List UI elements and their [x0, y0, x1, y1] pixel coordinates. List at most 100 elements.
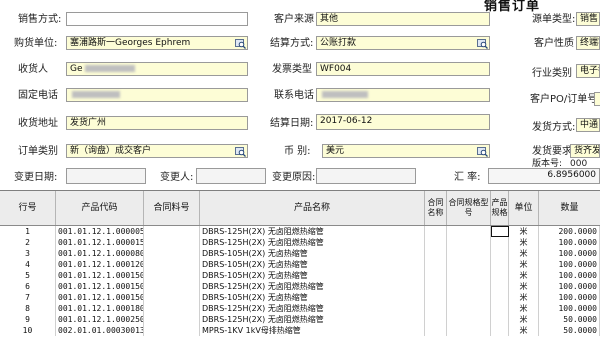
cell-product-name[interactable]: DBRS-105H(2X) 无卤热缩管 — [200, 259, 425, 270]
cell-contract-model[interactable] — [447, 226, 491, 237]
cell-product-name[interactable]: DBRS-125H(2X) 无卤阻燃热缩管 — [200, 281, 425, 292]
address-field[interactable]: 发货广州 — [66, 116, 248, 130]
cell-contract-name[interactable] — [425, 270, 447, 281]
cell-rowno[interactable]: 6 — [0, 281, 56, 292]
cell-product-code[interactable]: 001.01.12.1.00008003 — [56, 248, 144, 259]
cell-product-code[interactable]: 001.01.12.1.00012003 — [56, 259, 144, 270]
cell-contract-name[interactable] — [425, 325, 447, 336]
settlement-method-field[interactable]: 公账打款 — [316, 36, 490, 50]
cell-contract-model[interactable] — [447, 292, 491, 303]
cell-contract-no[interactable] — [144, 292, 200, 303]
cell-qty[interactable]: 50.0000 — [539, 325, 600, 336]
exchange-rate-field[interactable]: 6.8956000 — [488, 168, 600, 184]
cell-rowno[interactable]: 5 — [0, 270, 56, 281]
cell-product-model[interactable] — [491, 237, 509, 248]
cell-qty[interactable]: 100.0000 — [539, 303, 600, 314]
cell-rowno[interactable]: 2 — [0, 237, 56, 248]
cell-contract-model[interactable] — [447, 314, 491, 325]
cell-unit[interactable]: 米 — [509, 314, 539, 325]
buyer-unit-picker-icon[interactable] — [234, 37, 246, 49]
table-row[interactable]: 1001.01.12.1.00000513 DBRS-125H(2X) 无卤阻燃热… — [0, 226, 600, 237]
cell-unit[interactable]: 米 — [509, 325, 539, 336]
order-type-picker-icon[interactable] — [234, 145, 246, 157]
cell-product-code[interactable]: 001.01.12.1.00025013 — [56, 314, 144, 325]
cell-contract-no[interactable] — [144, 281, 200, 292]
cell-contract-no[interactable] — [144, 314, 200, 325]
cell-product-code[interactable]: 001.01.12.1.00000513 — [56, 226, 144, 237]
phone-field[interactable] — [66, 88, 248, 102]
cell-product-model[interactable] — [491, 270, 509, 281]
cell-unit[interactable]: 米 — [509, 303, 539, 314]
header-contract-no[interactable]: 合同料号 — [144, 191, 200, 225]
cell-unit[interactable]: 米 — [509, 270, 539, 281]
cell-contract-no[interactable] — [144, 259, 200, 270]
cell-product-model[interactable] — [491, 259, 509, 270]
cell-rowno[interactable]: 7 — [0, 292, 56, 303]
shipping-req-field[interactable]: 货齐发 — [570, 144, 600, 158]
table-row[interactable]: 8001.01.12.1.00018013 DBRS-125H(2X) 无卤阻燃热… — [0, 303, 600, 314]
settlement-date-field[interactable]: 2017-06-12 — [316, 114, 490, 130]
invoice-type-field[interactable]: WF004 — [316, 62, 490, 76]
cell-contract-name[interactable] — [425, 259, 447, 270]
cell-product-name[interactable]: DBRS-125H(2X) 无卤阻燃热缩管 — [200, 237, 425, 248]
source-type-field[interactable]: 销售 — [576, 12, 600, 26]
sales-method-field[interactable] — [66, 12, 248, 26]
cell-product-model[interactable] — [491, 314, 509, 325]
header-unit[interactable]: 单位 — [509, 191, 539, 225]
order-type-field[interactable]: 新（询盘）成交客户 — [66, 144, 248, 158]
cell-unit[interactable]: 米 — [509, 248, 539, 259]
cell-contract-name[interactable] — [425, 314, 447, 325]
cell-contract-name[interactable] — [425, 281, 447, 292]
cell-contract-model[interactable] — [447, 303, 491, 314]
cell-contract-name[interactable] — [425, 248, 447, 259]
cell-product-model[interactable] — [491, 281, 509, 292]
cell-contract-name[interactable] — [425, 292, 447, 303]
cell-qty[interactable]: 200.0000 — [539, 226, 600, 237]
cell-unit[interactable]: 米 — [509, 259, 539, 270]
cell-product-name[interactable]: MPRS-1KV 1kV母排热缩管 — [200, 325, 425, 336]
cell-unit[interactable]: 米 — [509, 281, 539, 292]
cell-contract-model[interactable] — [447, 325, 491, 336]
cell-product-name[interactable]: DBRS-105H(2X) 无卤热缩管 — [200, 292, 425, 303]
cell-contract-no[interactable] — [144, 237, 200, 248]
header-product-name[interactable]: 产品名称 — [200, 191, 425, 225]
cell-product-name[interactable]: DBRS-125H(2X) 无卤阻燃热缩管 — [200, 226, 425, 237]
cell-contract-no[interactable] — [144, 248, 200, 259]
customer-po-field[interactable] — [594, 92, 600, 106]
cell-contract-model[interactable] — [447, 270, 491, 281]
cell-qty[interactable]: 100.0000 — [539, 248, 600, 259]
cell-contract-no[interactable] — [144, 303, 200, 314]
cell-qty[interactable]: 100.0000 — [539, 270, 600, 281]
cell-product-code[interactable]: 001.01.12.1.00018013 — [56, 303, 144, 314]
cell-product-code[interactable]: 002.01.01.00030013 — [56, 325, 144, 336]
cell-contract-name[interactable] — [425, 226, 447, 237]
buyer-unit-field[interactable]: 塞浦路斯一Georges Ephrem — [66, 36, 248, 50]
cell-product-code[interactable]: 001.01.12.1.00015013 — [56, 281, 144, 292]
cell-product-model[interactable] — [491, 292, 509, 303]
cell-contract-model[interactable] — [447, 248, 491, 259]
cell-contract-model[interactable] — [447, 281, 491, 292]
table-row[interactable]: 3001.01.12.1.00008003 DBRS-105H(2X) 无卤热缩管… — [0, 248, 600, 259]
cell-product-code[interactable]: 001.01.12.1.00015003 — [56, 292, 144, 303]
cell-product-code[interactable]: 001.01.12.1.00001513 — [56, 237, 144, 248]
cell-contract-name[interactable] — [425, 303, 447, 314]
shipping-method-field[interactable]: 中通 — [576, 118, 600, 132]
receiver-field[interactable]: Ge — [66, 62, 248, 76]
cell-contract-model[interactable] — [447, 259, 491, 270]
cell-qty[interactable]: 100.0000 — [539, 292, 600, 303]
product-grid[interactable]: 行号 产品代码 合同料号 产品名称 合同名称 合同规格型号 产品规格 单位 数量… — [0, 190, 600, 337]
cell-product-name[interactable]: DBRS-125H(2X) 无卤阻燃热缩管 — [200, 303, 425, 314]
contact-phone-field[interactable] — [316, 88, 490, 102]
change-reason-field[interactable] — [316, 168, 416, 184]
cell-rowno[interactable]: 1 — [0, 226, 56, 237]
cell-product-model[interactable] — [491, 325, 509, 336]
cell-contract-no[interactable] — [144, 325, 200, 336]
currency-field[interactable]: 美元 — [322, 144, 490, 158]
table-row[interactable]: 6001.01.12.1.00015013 DBRS-125H(2X) 无卤阻燃热… — [0, 281, 600, 292]
header-rowno[interactable]: 行号 — [0, 191, 56, 225]
cell-contract-no[interactable] — [144, 270, 200, 281]
header-contract-name[interactable]: 合同名称 — [425, 191, 447, 225]
table-row[interactable]: 10 002.01.01.00030013 MPRS-1KV 1kV母排热缩管 米 50… — [0, 325, 600, 336]
settlement-method-picker-icon[interactable] — [476, 37, 488, 49]
cell-unit[interactable]: 米 — [509, 292, 539, 303]
